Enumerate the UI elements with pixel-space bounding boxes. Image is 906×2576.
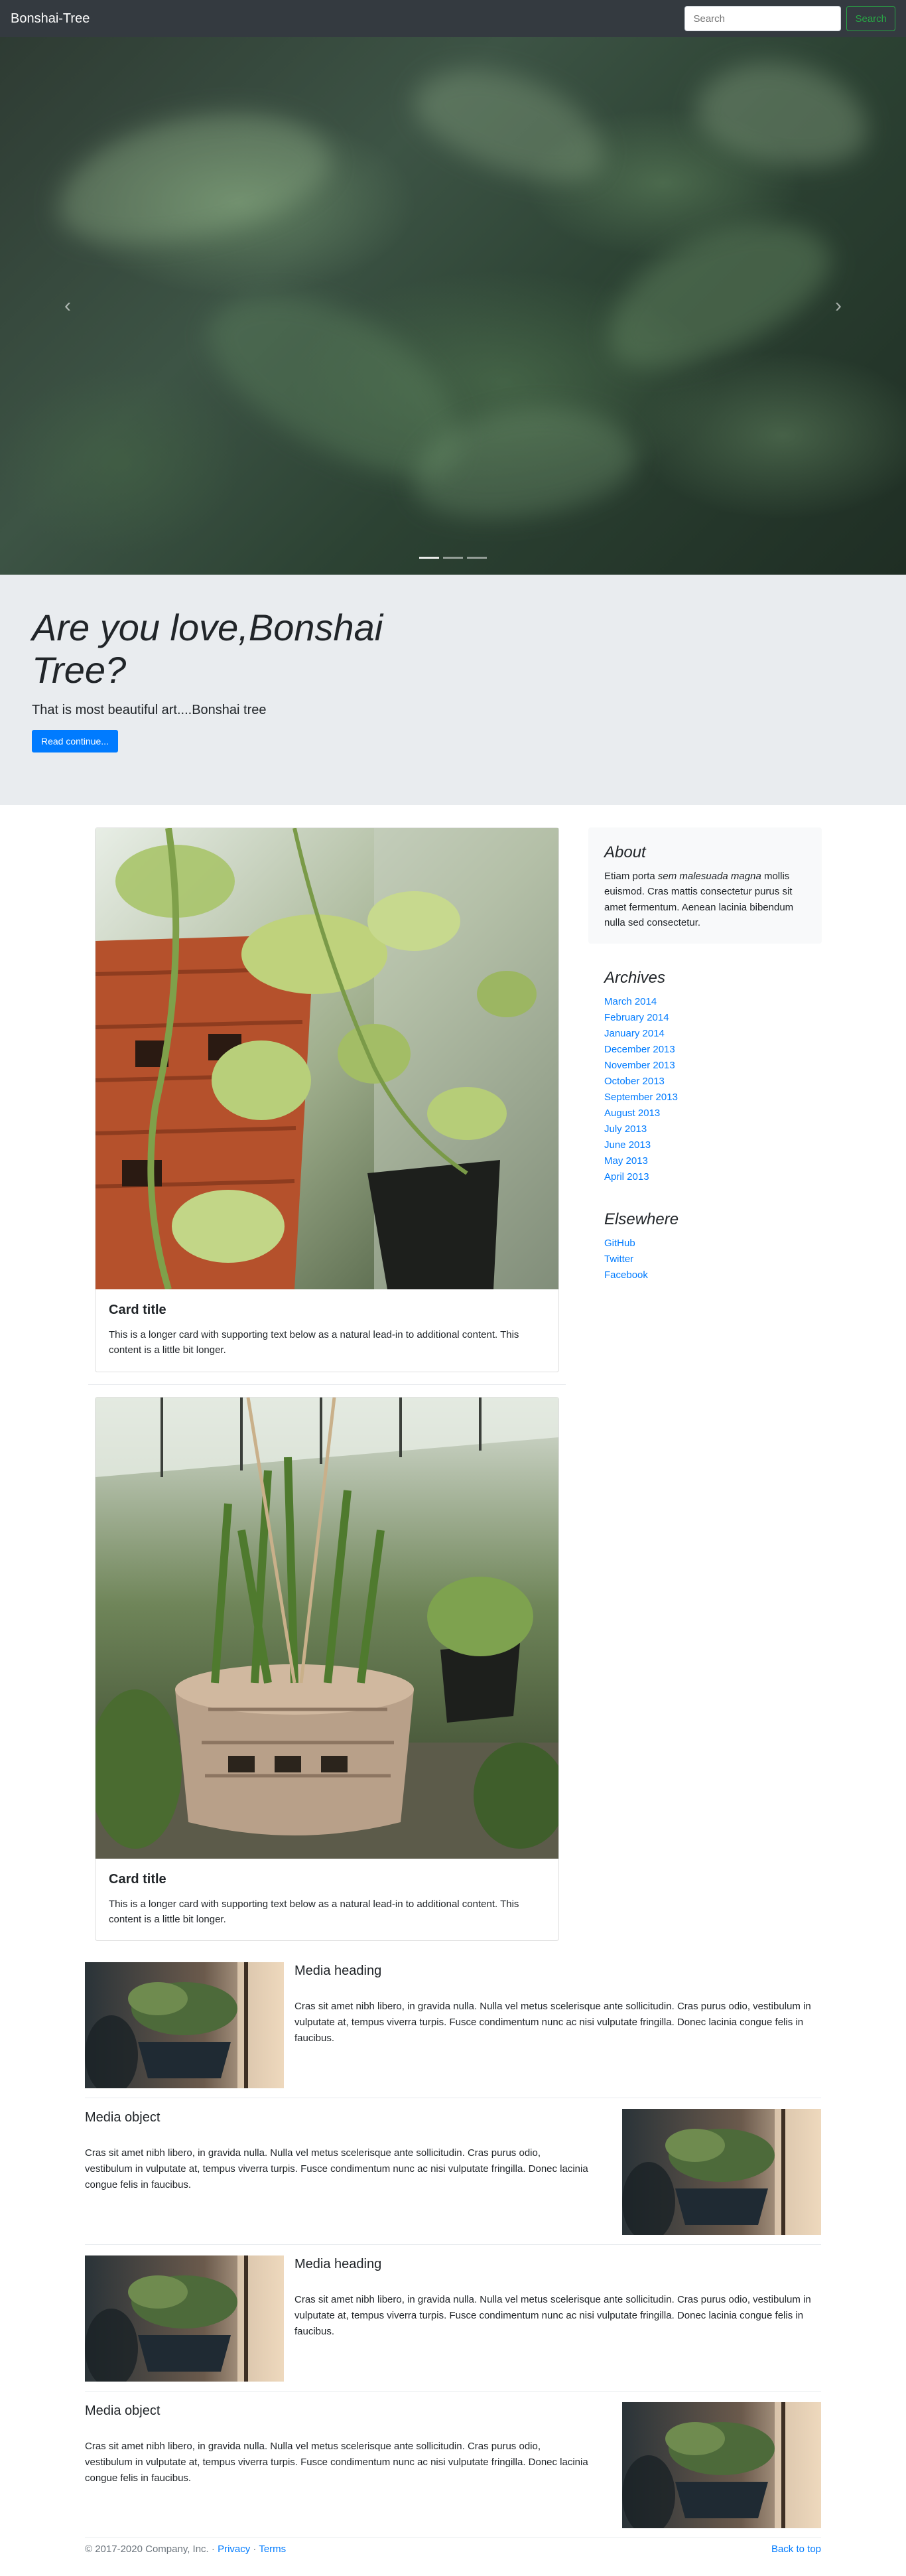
github-link[interactable]: GitHub — [604, 1238, 635, 1249]
hero-carousel: ‹ › — [0, 37, 906, 575]
media-body: Media heading Cras sit amet nibh libero,… — [284, 2255, 821, 2382]
divider — [85, 2391, 821, 2392]
media-text: Cras sit amet nibh libero, in gravida nu… — [294, 2001, 811, 2044]
media-item: Media object Cras sit amet nibh libero, … — [85, 2109, 821, 2235]
blurred-leaf — [584, 190, 849, 395]
privacy-link[interactable]: Privacy — [218, 2543, 250, 2555]
divider — [85, 2244, 821, 2245]
card-body: Card title This is a longer card with su… — [96, 1859, 558, 1941]
blurred-leaf — [401, 45, 620, 202]
carousel-next-button[interactable]: › — [825, 295, 852, 317]
chevron-left-icon: ‹ — [64, 295, 71, 317]
archive-link[interactable]: November 2013 — [604, 1060, 675, 1071]
media-body: Media object Cras sit amet nibh libero, … — [85, 2109, 622, 2235]
elsewhere-section: Elsewhere GitHub Twitter Facebook — [588, 1210, 822, 1283]
archive-link[interactable]: March 2014 — [604, 996, 657, 1007]
card: Card title This is a longer card with su… — [95, 1396, 559, 1941]
about-heading: About — [604, 843, 646, 861]
elsewhere-heading: Elsewhere — [604, 1210, 679, 1228]
card-text: This is a longer card with supporting te… — [109, 1898, 519, 1925]
media-body: Media heading Cras sit amet nibh libero,… — [284, 1962, 821, 2088]
archive-link[interactable]: May 2013 — [604, 1155, 648, 1167]
archives-list: March 2014 February 2014 January 2014 De… — [604, 994, 806, 1185]
archive-link[interactable]: January 2014 — [604, 1028, 665, 1039]
carousel-indicator[interactable] — [467, 557, 487, 559]
cards-column: Card title This is a longer card with su… — [88, 827, 566, 1941]
blurred-leaf — [43, 89, 342, 264]
blurred-leaf — [688, 49, 877, 178]
search-input[interactable] — [684, 6, 842, 31]
jumbotron: Are you love,Bonshai Tree? That is most … — [0, 575, 906, 805]
carousel-indicators — [419, 557, 487, 559]
archive-link[interactable]: August 2013 — [604, 1108, 660, 1119]
media-heading: Media heading — [294, 1964, 382, 1978]
read-continue-button[interactable]: Read continue... — [32, 729, 118, 752]
brand-link[interactable]: Bonshai-Tree — [11, 11, 90, 27]
card: Card title This is a longer card with su… — [95, 827, 559, 1372]
footer: © 2017-2020 Company, Inc. · Privacy · Te… — [85, 2543, 821, 2555]
archive-link[interactable]: July 2013 — [604, 1123, 647, 1135]
about-text: Etiam porta sem malesuada magna mollis e… — [604, 871, 794, 928]
divider — [88, 1384, 566, 1385]
card-image — [96, 1397, 558, 1859]
media-image — [85, 2255, 284, 2382]
media-item: Media heading Cras sit amet nibh libero,… — [85, 2255, 821, 2382]
media-text: Cras sit amet nibh libero, in gravida nu… — [85, 2147, 588, 2190]
chevron-right-icon: › — [835, 295, 842, 317]
carousel-indicator[interactable] — [443, 557, 463, 559]
archive-link[interactable]: October 2013 — [604, 1076, 665, 1087]
jumbotron-lead: That is most beautiful art....Bonshai tr… — [32, 702, 267, 717]
archive-link[interactable]: February 2014 — [604, 1012, 669, 1023]
sidebar: About Etiam porta sem malesuada magna mo… — [588, 827, 822, 1283]
main-content: Card title This is a longer card with su… — [0, 805, 906, 2567]
elsewhere-list: GitHub Twitter Facebook — [604, 1236, 806, 1283]
carousel-prev-button[interactable]: ‹ — [54, 295, 81, 317]
media-section: Media heading Cras sit amet nibh libero,… — [85, 1962, 821, 2547]
archive-link[interactable]: June 2013 — [604, 1139, 651, 1151]
archive-link[interactable]: December 2013 — [604, 1044, 675, 1055]
search-form: Search — [684, 6, 895, 31]
footer-copyright: © 2017-2020 Company, Inc. · Privacy · Te… — [85, 2543, 287, 2555]
archive-link[interactable]: September 2013 — [604, 1092, 678, 1103]
media-heading: Media heading — [294, 2257, 382, 2271]
card-image — [96, 828, 558, 1289]
archive-link[interactable]: April 2013 — [604, 1171, 649, 1182]
twitter-link[interactable]: Twitter — [604, 1253, 633, 1265]
archives-heading: Archives — [604, 969, 666, 987]
media-item: Media heading Cras sit amet nibh libero,… — [85, 1962, 821, 2088]
facebook-link[interactable]: Facebook — [604, 1269, 648, 1281]
media-item: Media object Cras sit amet nibh libero, … — [85, 2402, 821, 2528]
card-body: Card title This is a longer card with su… — [96, 1289, 558, 1372]
media-heading: Media object — [85, 2110, 161, 2125]
media-text: Cras sit amet nibh libero, in gravida nu… — [85, 2441, 588, 2484]
terms-link[interactable]: Terms — [259, 2543, 286, 2555]
back-to-top-link[interactable]: Back to top — [771, 2543, 821, 2555]
navbar: Bonshai-Tree Search — [0, 0, 906, 37]
media-image — [85, 1962, 284, 2088]
card-text: This is a longer card with supporting te… — [109, 1329, 519, 1356]
about-box: About Etiam porta sem malesuada magna mo… — [588, 827, 822, 944]
media-image — [622, 2109, 821, 2235]
carousel-indicator[interactable] — [419, 557, 439, 559]
media-image — [622, 2402, 821, 2528]
archives-section: Archives March 2014 February 2014 Januar… — [588, 969, 822, 1185]
media-heading: Media object — [85, 2403, 161, 2418]
search-button[interactable]: Search — [846, 6, 895, 31]
jumbotron-heading: Are you love,Bonshai Tree? — [32, 607, 383, 691]
card-title: Card title — [109, 1871, 166, 1887]
media-body: Media object Cras sit amet nibh libero, … — [85, 2402, 622, 2528]
media-text: Cras sit amet nibh libero, in gravida nu… — [294, 2294, 811, 2337]
card-title: Card title — [109, 1303, 166, 1317]
